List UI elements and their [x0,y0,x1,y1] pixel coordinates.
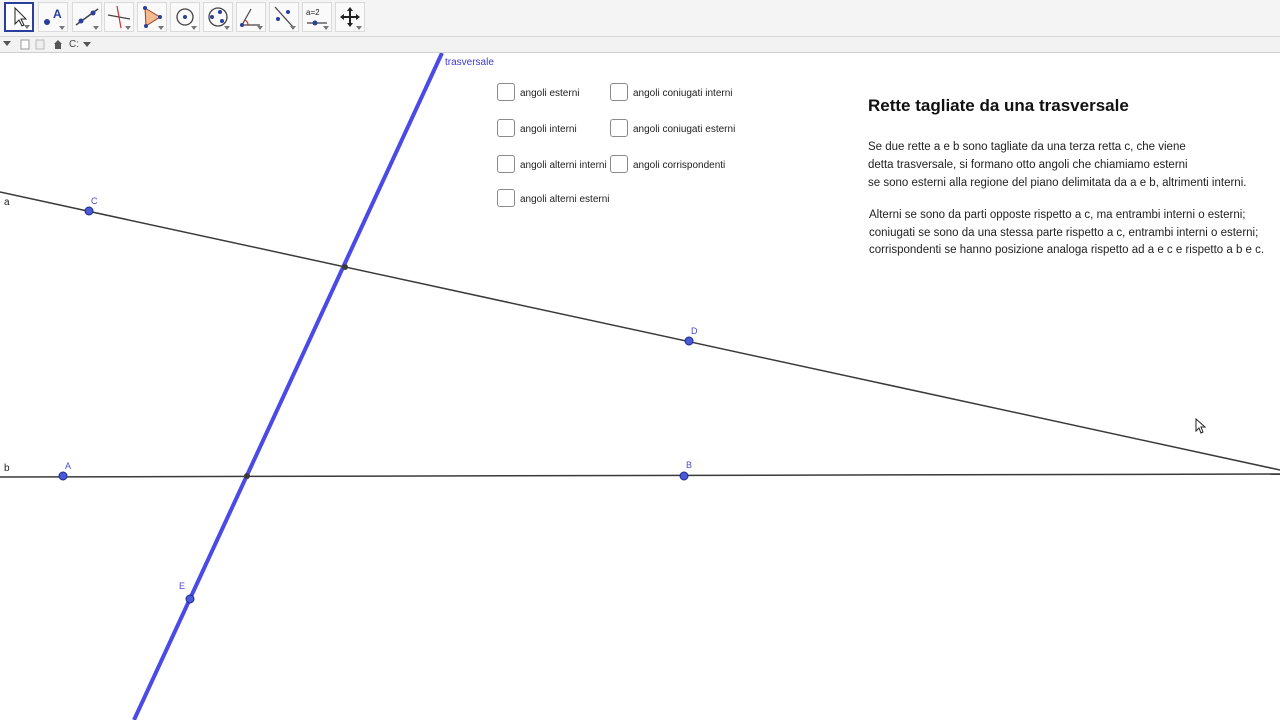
paragraph-2-line-3: corrispondenti se hanno posizione analog… [869,244,1265,256]
polygon-tool-button[interactable] [137,2,167,32]
line-a-label: a [4,197,10,208]
checkbox-angoli-coniugati-esterni[interactable] [610,119,628,137]
line-b-label: b [4,463,10,474]
svg-text:A: A [53,7,62,21]
checkbox-label-angoli-coniugati-interni[interactable]: angoli coniugati interni [633,88,733,100]
point-E[interactable] [185,594,195,604]
checkbox-angoli-coniugati-interni[interactable] [610,83,628,101]
checkbox-angoli-corrispondenti[interactable] [610,155,628,173]
paragraph-1-line-3: se sono esterni alla regione del piano d… [868,177,1247,189]
point-B-label: B [686,460,692,470]
point-tool-button[interactable]: A [38,2,68,32]
checkbox-angoli-alterni-interni[interactable] [497,155,515,173]
checkbox-label-angoli-esterni[interactable]: angoli esterni [520,88,579,100]
intersection-point-b[interactable] [244,473,250,479]
page-title: Rette tagliate da una trasversale [868,96,1129,115]
point-B[interactable] [679,471,689,481]
toolbar: A a=2 [0,0,1280,37]
collapse-triangle-icon[interactable] [3,40,11,48]
secondary-toolbar: C: [0,37,1280,53]
checkbox-label-angoli-alterni-esterni[interactable]: angoli alterni esterni [520,194,610,206]
transversal-line[interactable] [132,53,444,720]
point-A-label: A [65,461,71,471]
grid-icon[interactable] [35,39,45,50]
ellipse-tool-button[interactable] [203,2,233,32]
circle-tool-button[interactable] [170,2,200,32]
point-D-label: D [691,326,698,336]
slider-tool-button[interactable]: a=2 [302,2,332,32]
chevron-down-icon[interactable] [83,42,91,48]
line-tool-button[interactable] [72,2,102,32]
home-icon[interactable] [53,39,63,50]
transversal-label: trasversale [445,57,494,68]
move-tool-button[interactable] [4,2,34,32]
angle-tool-button[interactable] [236,2,266,32]
point-E-label: E [179,581,185,591]
move-view-tool-button[interactable] [335,2,365,32]
checkbox-label-angoli-coniugati-esterni[interactable]: angoli coniugati esterni [633,124,735,136]
paragraph-2-line-1: Alterni se sono da parti opposte rispett… [869,209,1246,221]
perpendicular-tool-button[interactable] [104,2,134,32]
point-D[interactable] [684,336,694,346]
slider-tool-label: a=2 [306,8,320,17]
point-A[interactable] [58,471,68,481]
checkbox-angoli-esterni[interactable] [497,83,515,101]
paragraph-1-line-2: detta trasversale, si formano otto angol… [868,159,1188,171]
point-C-label: C [91,196,98,206]
paragraph-1-line-1: Se due rette a e b sono tagliate da una … [868,141,1186,153]
checkbox-label-angoli-alterni-interni[interactable]: angoli alterni interni [520,160,607,172]
reflect-tool-button[interactable] [269,2,299,32]
drive-selector[interactable]: C: [69,37,79,52]
paragraph-2-line-2: coniugati se sono da una stessa parte ri… [869,227,1259,239]
mouse-cursor-icon [1195,418,1207,434]
checkbox-label-angoli-interni[interactable]: angoli interni [520,124,577,136]
point-C[interactable] [84,206,94,216]
checkbox-label-angoli-corrispondenti[interactable]: angoli corrispondenti [633,160,725,172]
checkbox-angoli-interni[interactable] [497,119,515,137]
checkbox-angoli-alterni-esterni[interactable] [497,189,515,207]
intersection-point-a[interactable] [342,264,348,270]
line-b[interactable] [0,473,1280,478]
page-icon[interactable] [20,39,30,50]
